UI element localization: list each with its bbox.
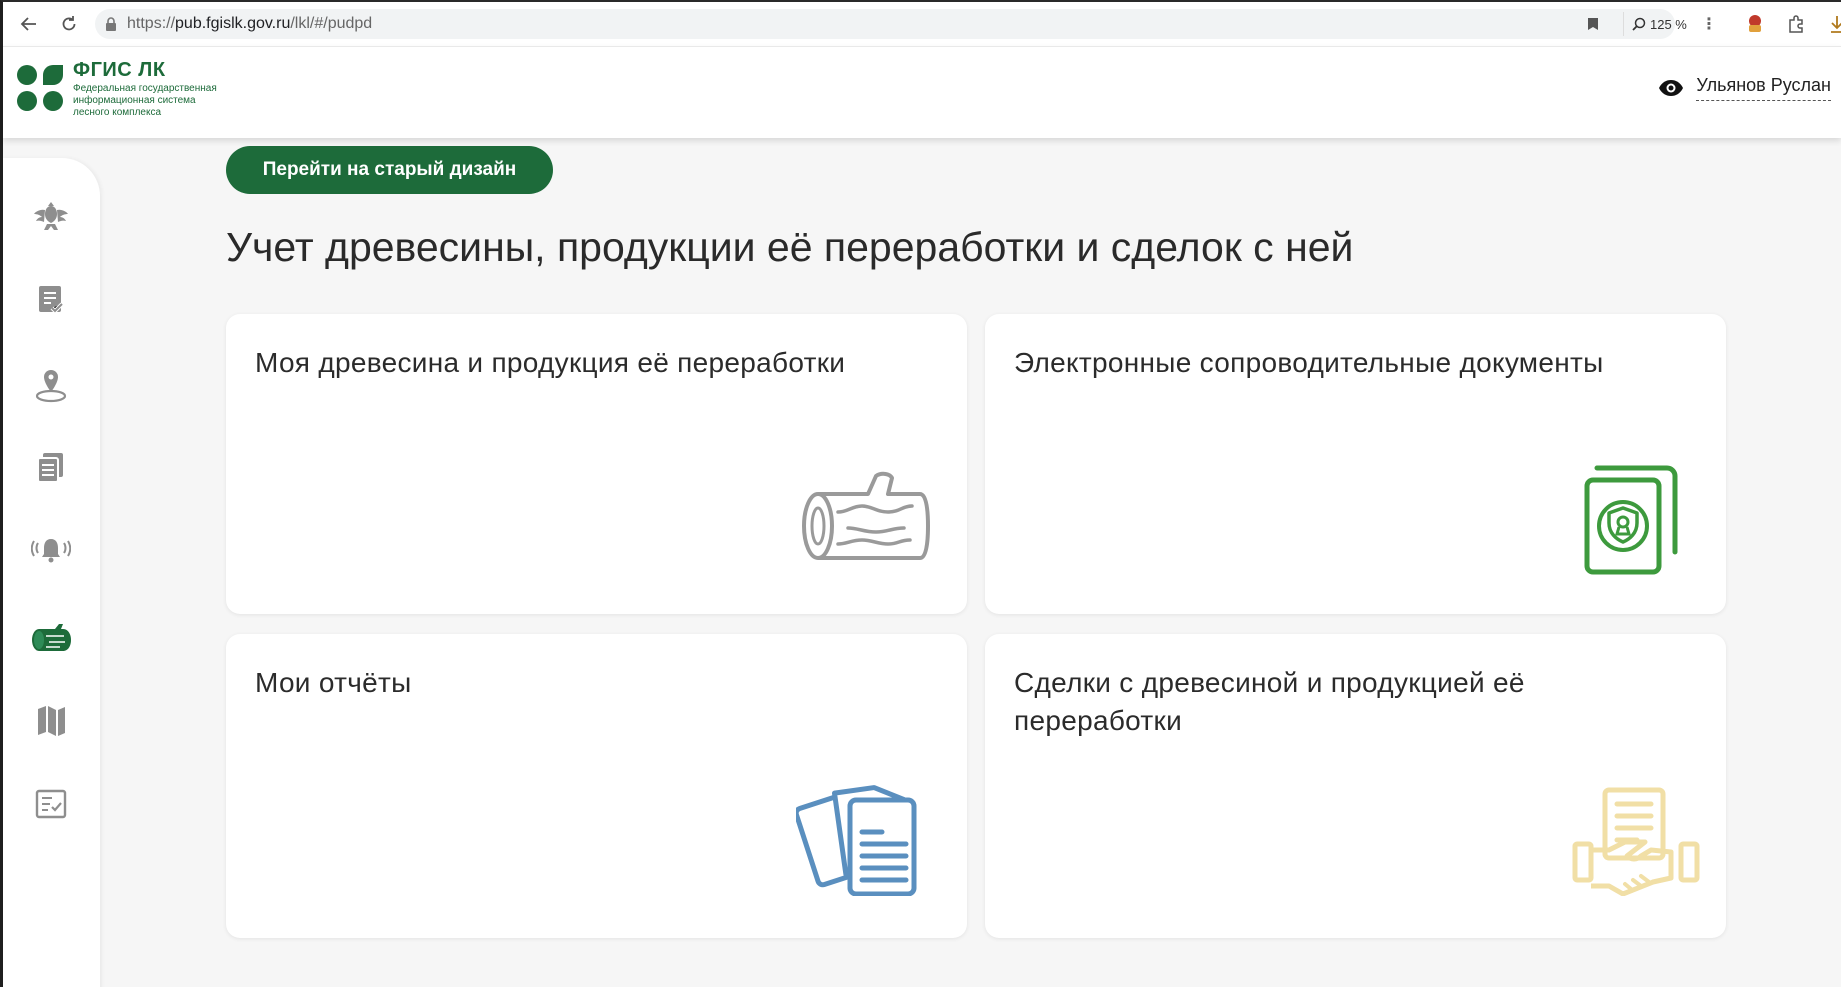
sidebar-item-emblem[interactable]: [25, 190, 77, 242]
timber-logs-icon: [32, 624, 71, 651]
reports-icon: [796, 785, 917, 896]
card-title: Мои отчёты: [255, 667, 412, 698]
logo-title: ФГИС ЛК: [73, 59, 166, 81]
url-host: pub.fgislk.gov.ru: [175, 15, 291, 32]
logo-mark-icon: [15, 65, 65, 117]
card-title: Сделки с древесиной и продукцией её пере…: [1014, 667, 1525, 736]
shield-document-icon: [1584, 465, 1678, 575]
reload-icon[interactable]: [51, 6, 87, 42]
logo-subtitle: Федеральная государственная информационн…: [73, 83, 217, 119]
map-icon: [38, 706, 65, 736]
extension-icon[interactable]: [1743, 12, 1767, 36]
sidebar-item-document-check[interactable]: [25, 274, 77, 326]
sidebar-item-timber[interactable]: [25, 612, 77, 664]
sidebar-item-map[interactable]: [25, 694, 77, 746]
download-icon[interactable]: [1825, 12, 1841, 36]
eye-icon[interactable]: [1658, 79, 1684, 97]
zoom-level: 125 %: [1650, 16, 1687, 32]
back-arrow-icon[interactable]: [11, 6, 47, 42]
document-check-icon: [39, 286, 64, 314]
alarm-bell-icon: [31, 539, 71, 563]
location-pin-icon: [35, 370, 67, 403]
app-header: ФГИС ЛК Федеральная государственная инфо…: [3, 46, 1841, 138]
zoom-indicator[interactable]: 125 %: [1623, 12, 1695, 36]
documents-stack-icon: [37, 453, 63, 483]
page-content: Перейти на старый дизайн Учет древесины,…: [3, 138, 1841, 987]
old-design-button[interactable]: Перейти на старый дизайн: [226, 146, 553, 194]
sidebar-item-checklist[interactable]: [25, 778, 77, 830]
card-title: Моя древесина и продукция её переработки: [255, 347, 846, 378]
logo[interactable]: ФГИС ЛК Федеральная государственная инфо…: [15, 59, 217, 119]
logo-subtitle-line: информационная система: [73, 95, 196, 106]
sidebar-item-alarm[interactable]: [25, 524, 77, 576]
url-path: /lkl/#/pudpd: [290, 15, 373, 32]
user-menu[interactable]: Ульянов Руслан: [1658, 75, 1831, 101]
checklist-icon: [35, 789, 67, 819]
browser-toolbar: https://pub.fgislk.gov.ru/lkl/#/pudpd 12…: [3, 2, 1841, 46]
kebab-menu-icon[interactable]: ⋮: [1697, 12, 1721, 36]
card-title: Электронные сопроводительные документы: [1014, 347, 1604, 378]
url-text: https://pub.fgislk.gov.ru/lkl/#/pudpd: [127, 15, 372, 33]
emblem-icon: [34, 202, 68, 230]
lock-icon: [106, 17, 116, 31]
url-prefix: https://: [127, 15, 176, 32]
bookmark-icon[interactable]: [1581, 12, 1605, 36]
card-timber-deals[interactable]: Сделки с древесиной и продукцией её пере…: [985, 634, 1726, 938]
sidebar: [3, 158, 100, 987]
puzzle-icon[interactable]: [1785, 12, 1809, 36]
address-bar[interactable]: https://pub.fgislk.gov.ru/lkl/#/pudpd: [95, 9, 1675, 39]
card-my-timber[interactable]: Моя древесина и продукция её переработки: [226, 314, 967, 614]
handshake-document-icon: [1572, 787, 1700, 896]
logo-subtitle-line: Федеральная государственная: [73, 83, 217, 94]
sidebar-item-location[interactable]: [25, 360, 77, 412]
card-electronic-documents[interactable]: Электронные сопроводительные документы: [985, 314, 1726, 614]
logo-subtitle-line: лесного комплекса: [73, 107, 162, 118]
sidebar-item-documents[interactable]: [25, 442, 77, 494]
page-title: Учет древесины, продукции её переработки…: [226, 224, 1354, 270]
log-icon: [802, 471, 930, 560]
card-my-reports[interactable]: Мои отчёты: [226, 634, 967, 938]
zoom-icon: [1632, 17, 1646, 31]
user-name[interactable]: Ульянов Руслан: [1696, 75, 1831, 101]
